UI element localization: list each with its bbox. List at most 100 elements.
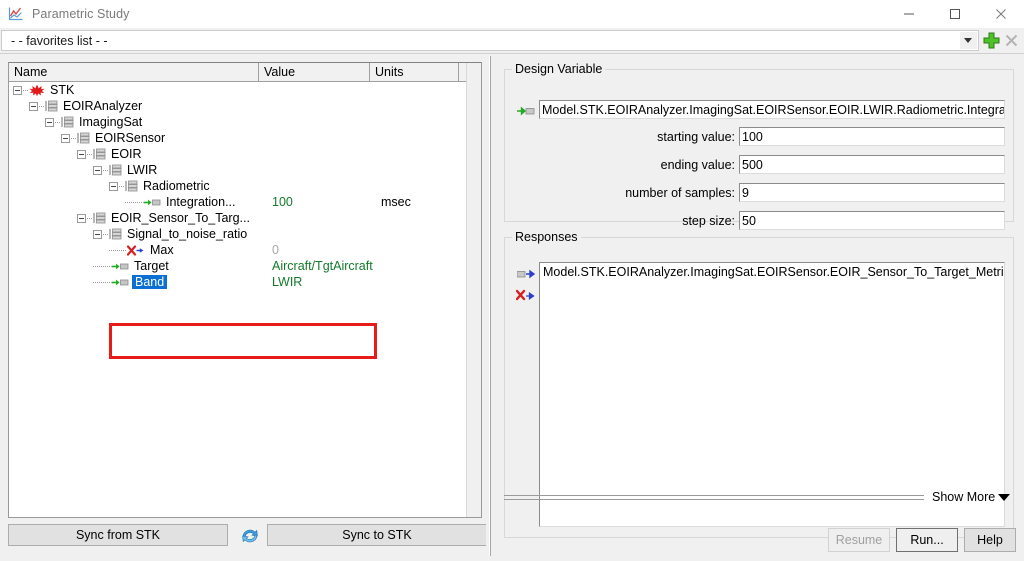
tree-expander[interactable]: [45, 117, 54, 127]
number-of-samples-input[interactable]: 9: [739, 183, 1005, 202]
tree-row-label[interactable]: LWIR: [125, 163, 159, 177]
help-button[interactable]: Help: [964, 528, 1016, 552]
tree-row[interactable]: EOIRAnalyzer: [9, 98, 481, 114]
maximize-icon[interactable]: [932, 0, 978, 28]
tree-row[interactable]: Signal_to_noise_ratio: [9, 226, 481, 242]
column-header-units[interactable]: Units: [370, 63, 459, 82]
right-panel: Design Variable Model.STK.EOIRAnalyzer.I…: [494, 54, 1024, 561]
window-title: Parametric Study: [32, 7, 130, 21]
number-of-samples-label: number of samples:: [625, 186, 735, 200]
tree-row-label[interactable]: Signal_to_noise_ratio: [125, 227, 249, 241]
parameter-tree[interactable]: Name Value Units STK EOIRAnalyzer ImagingS…: [8, 62, 482, 518]
tree-row-units: msec: [381, 195, 411, 209]
tree-row-label[interactable]: Band: [132, 275, 168, 289]
tree-row-label[interactable]: EOIR: [109, 147, 144, 161]
design-variable-legend: Design Variable: [515, 62, 603, 76]
tree-row-value: 100: [272, 195, 293, 209]
tree-connector: [125, 201, 137, 203]
green-plus-icon[interactable]: [982, 31, 1001, 50]
minimize-icon[interactable]: [886, 0, 932, 28]
step-size-input[interactable]: 50: [739, 211, 1005, 230]
tree-row[interactable]: Max 0: [9, 242, 481, 258]
action-button-bar: Resume Run... Help: [494, 528, 1024, 556]
tree-row-value: Aircraft/TgtAircraft: [272, 259, 373, 273]
show-more-divider: [504, 495, 924, 500]
close-icon[interactable]: [978, 0, 1024, 28]
tree-row-label[interactable]: Integration...: [164, 195, 238, 209]
tree-expander[interactable]: [77, 213, 86, 223]
tree-row[interactable]: EOIR_Sensor_To_Targ...: [9, 210, 481, 226]
add-response-icon[interactable]: [516, 268, 536, 280]
parametric-study-window: Parametric Study - - favorites list - -: [0, 0, 1024, 561]
remove-response-icon[interactable]: [515, 289, 535, 303]
tree-header-row: Name Value Units: [9, 63, 481, 82]
tree-row[interactable]: STK: [9, 82, 481, 98]
tree-row[interactable]: ImagingSat: [9, 114, 481, 130]
left-panel: Name Value Units STK EOIRAnalyzer ImagingS…: [0, 54, 490, 561]
tree-expander[interactable]: [93, 229, 102, 239]
run-button[interactable]: Run...: [896, 528, 958, 552]
responses-legend: Responses: [515, 230, 578, 244]
tree-expander[interactable]: [109, 181, 118, 191]
folder-node-icon: [61, 116, 74, 128]
favorites-bar: - - favorites list - -: [0, 28, 1024, 54]
show-more-control[interactable]: Show More: [504, 490, 1020, 508]
tree-expander[interactable]: [77, 149, 86, 159]
tree-expander[interactable]: [93, 165, 102, 175]
tree-row[interactable]: Band LWIR: [9, 274, 481, 290]
tree-row[interactable]: Integration... 100 msec: [9, 194, 481, 210]
resume-button[interactable]: Resume: [828, 528, 890, 552]
window-controls: [886, 0, 1024, 28]
tree-row[interactable]: EOIRSensor: [9, 130, 481, 146]
chart-line-icon: [7, 5, 25, 23]
design-variable-icon: [143, 199, 161, 205]
stk-logo-icon: [29, 84, 45, 96]
chevron-down-icon[interactable]: [960, 32, 977, 49]
panel-splitter[interactable]: [486, 56, 494, 556]
sync-to-stk-button[interactable]: Sync to STK: [267, 524, 487, 546]
tree-row[interactable]: Target Aircraft/TgtAircraft: [9, 258, 481, 274]
tree-row-label[interactable]: EOIRSensor: [93, 131, 167, 145]
design-variable-group: Design Variable Model.STK.EOIRAnalyzer.I…: [504, 62, 1014, 230]
tree-row[interactable]: EOIR: [9, 146, 481, 162]
tree-row-label[interactable]: EOIR_Sensor_To_Targ...: [109, 211, 252, 225]
starting-value-label: starting value:: [657, 130, 735, 144]
sync-button-bar: Sync from STK Sync to STK: [8, 524, 487, 550]
tree-vertical-scrollbar[interactable]: [466, 63, 481, 517]
gray-x-icon[interactable]: [1003, 32, 1020, 49]
column-header-value[interactable]: Value: [259, 63, 370, 82]
column-header-name[interactable]: Name: [9, 63, 259, 82]
sync-from-stk-button[interactable]: Sync from STK: [8, 524, 228, 546]
tree-row[interactable]: LWIR: [9, 162, 481, 178]
tree-expander[interactable]: [29, 101, 38, 111]
design-variable-icon: [111, 263, 129, 269]
tree-connector: [109, 249, 121, 251]
design-variable-icon: [517, 105, 535, 117]
tree-row-label[interactable]: Target: [132, 259, 171, 273]
responses-list[interactable]: Model.STK.EOIRAnalyzer.ImagingSat.EOIRSe…: [539, 262, 1005, 527]
list-item[interactable]: Model.STK.EOIRAnalyzer.ImagingSat.EOIRSe…: [540, 263, 1004, 279]
tree-row-label[interactable]: ImagingSat: [77, 115, 144, 129]
show-more-label[interactable]: Show More: [932, 490, 995, 504]
tree-row-label[interactable]: Radiometric: [141, 179, 212, 193]
folder-node-icon: [109, 228, 122, 240]
tree-connector: [93, 265, 105, 267]
tree-row-label[interactable]: STK: [48, 83, 76, 97]
folder-node-icon: [109, 164, 122, 176]
refresh-sync-icon[interactable]: [239, 525, 261, 547]
response-icon: [127, 244, 144, 256]
favorites-combo[interactable]: - - favorites list - -: [1, 30, 979, 51]
folder-node-icon: [77, 132, 90, 144]
favorites-value: - - favorites list - -: [11, 33, 108, 48]
tree-expander[interactable]: [61, 133, 70, 143]
tree-connector: [93, 281, 105, 283]
ending-value-input[interactable]: 500: [739, 155, 1005, 174]
design-variable-path-field[interactable]: Model.STK.EOIRAnalyzer.ImagingSat.EOIRSe…: [539, 100, 1005, 119]
tree-expander[interactable]: [13, 85, 22, 95]
starting-value-input[interactable]: 100: [739, 127, 1005, 146]
caret-down-icon[interactable]: [998, 494, 1010, 501]
tree-row-label[interactable]: Max: [148, 243, 176, 257]
tree-row[interactable]: Radiometric: [9, 178, 481, 194]
tree-row-value: LWIR: [272, 275, 303, 289]
tree-row-label[interactable]: EOIRAnalyzer: [61, 99, 144, 113]
